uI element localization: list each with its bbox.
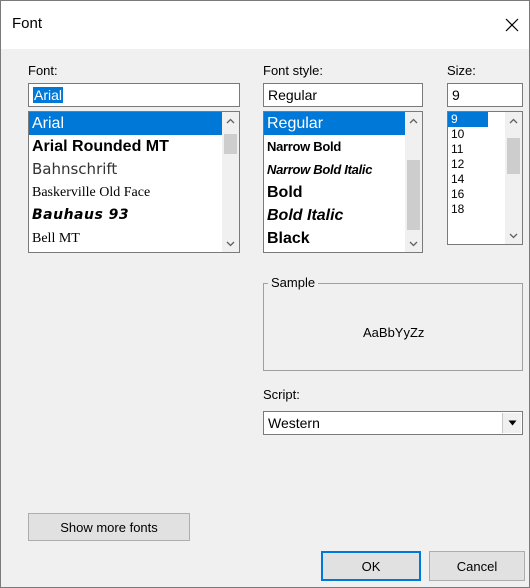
size-item-10[interactable]: 10 xyxy=(448,127,504,142)
font-style-label: Font style: xyxy=(263,63,323,78)
chevron-up-icon xyxy=(509,118,518,123)
font-item-bauhaus-93[interactable]: Bauhaus 93 xyxy=(29,204,222,227)
scroll-down-button[interactable] xyxy=(222,235,239,252)
chevron-down-icon xyxy=(409,241,418,246)
scroll-down-button[interactable] xyxy=(405,235,422,252)
size-item-16[interactable]: 16 xyxy=(448,187,504,202)
scroll-up-button[interactable] xyxy=(222,112,239,129)
font-name-value: Arial xyxy=(33,87,64,103)
scroll-up-button[interactable] xyxy=(405,112,422,129)
font-listbox[interactable]: Arial Arial Rounded MT Bahnschrift Baske… xyxy=(28,111,240,253)
title-bar: Font xyxy=(1,1,529,49)
style-item-narrow-bold-italic[interactable]: Narrow Bold Italic xyxy=(264,158,405,181)
style-item-narrow-bold[interactable]: Narrow Bold xyxy=(264,135,405,158)
size-item-14[interactable]: 14 xyxy=(448,172,504,187)
size-item-12[interactable]: 12 xyxy=(448,157,504,172)
style-item-regular[interactable]: Regular xyxy=(264,112,405,135)
sample-label: Sample xyxy=(268,275,319,290)
dialog-title: Font xyxy=(12,15,43,32)
show-more-fonts-button[interactable]: Show more fonts xyxy=(28,513,190,541)
style-item-bold-italic[interactable]: Bold Italic xyxy=(264,204,405,227)
chevron-down-icon xyxy=(509,233,518,238)
size-item-9[interactable]: 9 xyxy=(448,112,488,127)
chevron-up-icon xyxy=(409,118,418,123)
font-dialog: Font Font: Arial Arial Arial Rounded MT … xyxy=(0,0,530,588)
close-icon xyxy=(505,18,519,32)
size-listbox[interactable]: 9 10 11 12 14 16 18 xyxy=(447,111,523,245)
dropdown-arrow-icon xyxy=(508,420,516,426)
script-value: Western xyxy=(268,415,320,431)
font-item-bahnschrift[interactable]: Bahnschrift xyxy=(29,158,222,181)
close-button[interactable] xyxy=(495,1,529,49)
font-style-value: Regular xyxy=(268,87,318,103)
scroll-down-button[interactable] xyxy=(505,227,522,244)
scroll-thumb[interactable] xyxy=(407,160,420,230)
chevron-down-icon xyxy=(226,241,235,246)
font-style-listbox[interactable]: Regular Narrow Bold Narrow Bold Italic B… xyxy=(263,111,423,253)
scroll-thumb[interactable] xyxy=(224,134,237,154)
size-list-scrollbar[interactable] xyxy=(505,112,522,244)
cancel-button[interactable]: Cancel xyxy=(429,551,525,581)
scroll-thumb[interactable] xyxy=(507,138,520,174)
style-item-bold[interactable]: Bold xyxy=(264,181,405,204)
sample-preview-text: AaBbYyZz xyxy=(363,325,425,340)
size-label: Size: xyxy=(447,63,476,78)
font-item-baskerville-old-face[interactable]: Baskerville Old Face xyxy=(29,181,222,204)
font-item-arial[interactable]: Arial xyxy=(29,112,222,135)
size-item-18[interactable]: 18 xyxy=(448,202,504,217)
size-value: 9 xyxy=(452,87,460,103)
size-input[interactable]: 9 xyxy=(447,83,523,107)
font-item-bell-mt[interactable]: Bell MT xyxy=(29,227,222,250)
font-style-input[interactable]: Regular xyxy=(263,83,423,107)
chevron-up-icon xyxy=(226,118,235,123)
script-dropdown[interactable]: Western xyxy=(263,411,523,435)
font-name-input[interactable]: Arial xyxy=(28,83,240,107)
font-item-arial-rounded-mt[interactable]: Arial Rounded MT xyxy=(29,135,222,158)
style-item-black[interactable]: Black xyxy=(264,227,405,250)
ok-button[interactable]: OK xyxy=(321,551,421,581)
scroll-up-button[interactable] xyxy=(505,112,522,129)
script-label: Script: xyxy=(263,387,300,402)
style-list-scrollbar[interactable] xyxy=(405,112,422,252)
font-label: Font: xyxy=(28,63,58,78)
font-list-scrollbar[interactable] xyxy=(222,112,239,252)
size-item-11[interactable]: 11 xyxy=(448,142,504,157)
script-dropdown-button[interactable] xyxy=(502,413,521,433)
